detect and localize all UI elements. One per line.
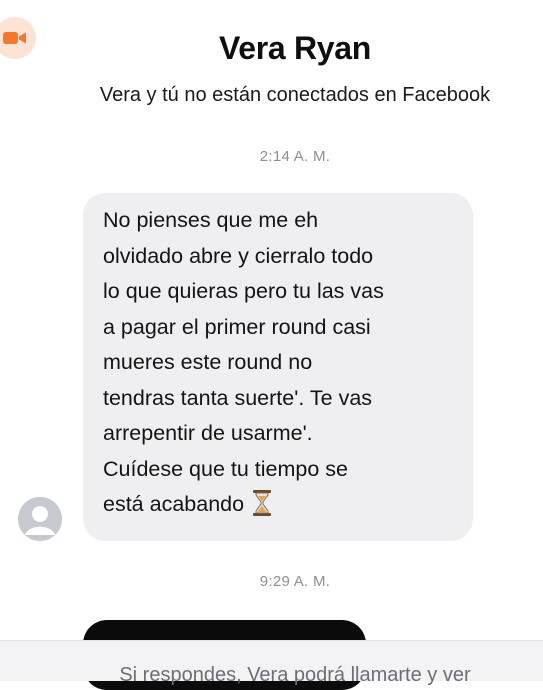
incoming-message-bubble[interactable]: No pienses que me eh olvidado abre y cie… (83, 193, 473, 541)
message-line: a pagar el primer round casi (103, 314, 371, 339)
message-line: Cuídese que tu tiempo se (103, 456, 349, 481)
message-last-line: está acabando (103, 487, 455, 523)
reply-notice-text: Si respondes, Vera podrá llamarte y ver (119, 664, 471, 686)
message-line-text: está acabando (103, 492, 245, 516)
message-timestamp: 9:29 A. M. (259, 573, 331, 590)
hourglass-icon (253, 490, 272, 516)
message-line: No pienses que me eh (103, 208, 319, 232)
message-line: olvidado abre y cierralo todo (103, 243, 374, 268)
reply-notice-bar: Si respondes, Vera podrá llamarte y ver (0, 640, 543, 686)
message-timestamp: 2:14 A. M. (259, 148, 331, 165)
message-line: arrepentir de usarme'. (103, 421, 313, 445)
connection-status: Vera y tú no están conectados en Faceboo… (99, 84, 491, 106)
avatar[interactable] (18, 497, 62, 541)
message-line: tendras tanta suerte'. Te vas (103, 385, 373, 410)
contact-name: Vera Ryan (218, 30, 372, 66)
message-line: mueres este round no (103, 350, 313, 374)
default-profile-avatar (18, 497, 62, 541)
message-line: lo que quieras pero tu las vas (103, 279, 384, 303)
